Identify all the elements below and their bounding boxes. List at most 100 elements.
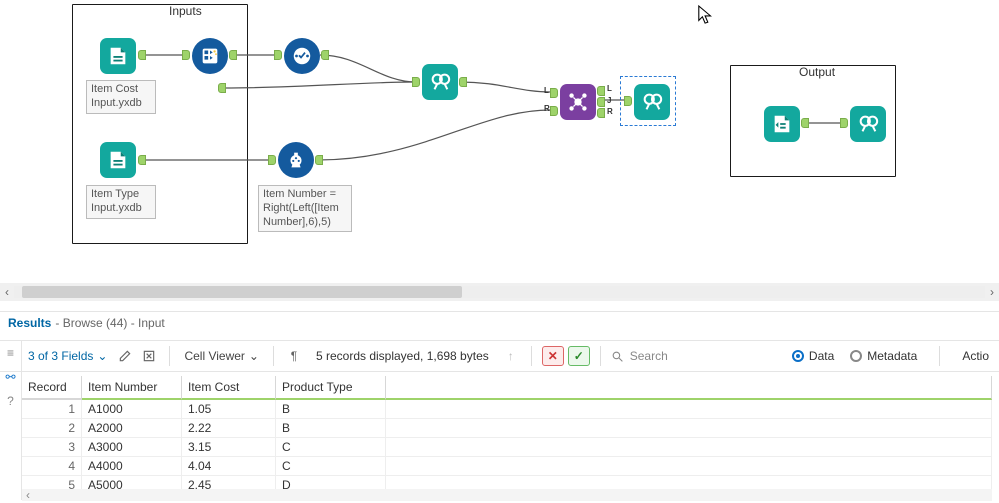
actions-menu[interactable]: Actio xyxy=(962,349,989,363)
scroll-track[interactable] xyxy=(14,286,985,298)
anchor-in[interactable] xyxy=(274,50,282,60)
container-anchor-out[interactable] xyxy=(218,83,226,93)
results-subtitle: - Browse (44) - Input xyxy=(55,316,164,330)
cell-viewer-label: Cell Viewer xyxy=(184,349,244,363)
separator xyxy=(273,346,274,366)
anchor-out[interactable] xyxy=(321,50,329,60)
scroll-left-icon[interactable]: ‹ xyxy=(22,488,34,502)
fields-dropdown[interactable]: 3 of 3 Fields ⌄ xyxy=(24,347,111,365)
col-product-type[interactable]: Product Type xyxy=(276,376,386,400)
input2-label: Item Type Input.yxdb xyxy=(86,185,156,219)
anchor-in[interactable] xyxy=(412,77,420,87)
anchor-in-r[interactable] xyxy=(550,106,558,116)
join-anchor-out-r: R xyxy=(607,107,613,116)
scroll-thumb[interactable] xyxy=(22,286,462,298)
col-item-cost[interactable]: Item Cost xyxy=(182,376,276,400)
edit-icon[interactable] xyxy=(115,346,135,366)
output-icon xyxy=(771,113,793,135)
view-data-radio[interactable]: Data xyxy=(792,349,834,363)
autofield-tool[interactable] xyxy=(192,38,228,74)
browse-icon xyxy=(641,91,663,113)
join-anchor-l: L xyxy=(544,86,549,95)
col-spacer xyxy=(386,376,992,400)
col-item-number[interactable]: Item Number xyxy=(82,376,182,400)
workflow-canvas[interactable]: Inputs Output Item Cost Input.yxdb xyxy=(0,0,999,280)
formula-tool[interactable] xyxy=(278,142,314,178)
input-icon xyxy=(107,149,129,171)
anchor-out[interactable] xyxy=(138,155,146,165)
cell-record: 3 xyxy=(22,438,82,457)
separator xyxy=(531,346,532,366)
scroll-left-icon[interactable]: ‹ xyxy=(0,285,14,299)
anchor-in[interactable] xyxy=(268,155,276,165)
grid-h-scrollbar[interactable]: ‹ xyxy=(22,489,992,501)
anchor-out[interactable] xyxy=(229,50,237,60)
cell-product-type: B xyxy=(276,419,386,438)
browse-tool-selected[interactable] xyxy=(634,84,670,120)
separator xyxy=(939,346,940,366)
anchor-out[interactable] xyxy=(138,50,146,60)
accept-button[interactable]: ✓ xyxy=(568,346,590,366)
input-data-tool-2[interactable] xyxy=(100,142,136,178)
chevron-down-icon: ⌄ xyxy=(249,349,259,363)
cell-record: 4 xyxy=(22,457,82,476)
cell-product-type: B xyxy=(276,400,386,419)
join-tool[interactable] xyxy=(560,84,596,120)
select-tool[interactable] xyxy=(284,38,320,74)
table-row[interactable]: 2A20002.22B xyxy=(22,419,992,438)
anchor-in[interactable] xyxy=(624,96,632,106)
col-record[interactable]: Record xyxy=(22,376,82,400)
cell-item-cost: 3.15 xyxy=(182,438,276,457)
scroll-right-icon[interactable]: › xyxy=(985,285,999,299)
anchor-out-j[interactable] xyxy=(597,97,605,107)
join-anchor-r: R xyxy=(544,104,550,113)
anchor-out-r[interactable] xyxy=(597,108,605,118)
anchor-in[interactable] xyxy=(182,50,190,60)
container-inputs-label: Inputs xyxy=(165,4,206,18)
anchor-out[interactable] xyxy=(315,155,323,165)
goto-first-icon[interactable]: ↑ xyxy=(501,346,521,366)
view-metadata-radio[interactable]: Metadata xyxy=(850,349,917,363)
search-input[interactable]: Search xyxy=(611,349,771,363)
anchor-in-l[interactable] xyxy=(550,88,558,98)
browse-icon xyxy=(429,71,451,93)
cell-item-cost: 2.22 xyxy=(182,419,276,438)
cell-spacer xyxy=(386,438,992,457)
formula-label: Item Number = Right(Left([Item Number],6… xyxy=(258,185,352,232)
input-icon xyxy=(107,45,129,67)
status-text: 5 records displayed, 1,698 bytes xyxy=(308,349,497,363)
browse-tool-1[interactable] xyxy=(422,64,458,100)
cell-product-type: C xyxy=(276,438,386,457)
mouse-cursor-icon xyxy=(697,4,715,26)
table-row[interactable]: 1A10001.05B xyxy=(22,400,992,419)
anchor-out[interactable] xyxy=(801,118,809,128)
output-data-tool[interactable] xyxy=(764,106,800,142)
cell-record: 2 xyxy=(22,419,82,438)
column-headers: Record Item Number Item Cost Product Typ… xyxy=(22,376,992,400)
browse-icon xyxy=(857,113,879,135)
canvas-h-scrollbar[interactable]: ‹ › xyxy=(0,283,999,301)
reject-button[interactable]: ✕ xyxy=(542,346,564,366)
anchor-in[interactable] xyxy=(840,118,848,128)
container-output-label: Output xyxy=(795,65,839,79)
cell-item-number: A4000 xyxy=(82,457,182,476)
table-row[interactable]: 3A30003.15C xyxy=(22,438,992,457)
anchor-out-l[interactable] xyxy=(597,86,605,96)
metadata-label: Metadata xyxy=(867,349,917,363)
help-icon[interactable]: ? xyxy=(7,394,14,408)
table-row[interactable]: 4A40004.04C xyxy=(22,457,992,476)
chevron-down-icon: ⌄ xyxy=(97,349,107,363)
compare-icon[interactable]: ⚯ xyxy=(5,370,15,384)
cell-product-type: C xyxy=(276,457,386,476)
paragraph-icon[interactable]: ¶ xyxy=(284,346,304,366)
join-icon xyxy=(567,91,589,113)
cell-spacer xyxy=(386,457,992,476)
search-placeholder: Search xyxy=(630,349,668,363)
results-grid[interactable]: Record Item Number Item Cost Product Typ… xyxy=(22,376,992,495)
input-data-tool-1[interactable] xyxy=(100,38,136,74)
anchor-out[interactable] xyxy=(459,77,467,87)
cell-viewer-dropdown[interactable]: Cell Viewer ⌄ xyxy=(180,347,263,365)
search-icon xyxy=(611,350,624,363)
browse-tool-output[interactable] xyxy=(850,106,886,142)
clear-icon[interactable] xyxy=(139,346,159,366)
